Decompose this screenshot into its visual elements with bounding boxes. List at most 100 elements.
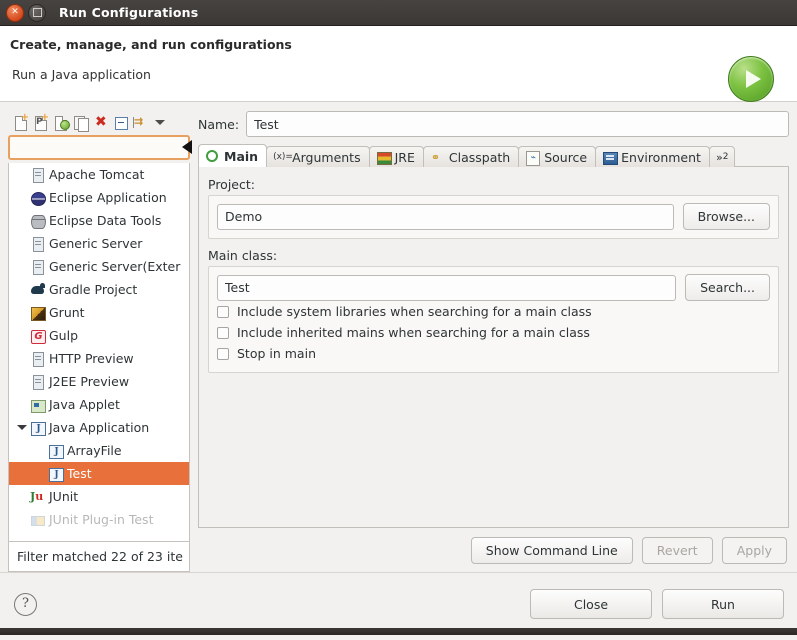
checkbox-include-inherited-mains[interactable]: Include inherited mains when searching f… xyxy=(217,322,770,343)
main-class-group: Search... Include system libraries when … xyxy=(208,266,779,373)
project-input[interactable] xyxy=(217,203,674,230)
desktop-strip xyxy=(0,628,797,635)
tab-jre[interactable]: JRE xyxy=(368,146,424,167)
project-row: Browse... xyxy=(217,203,770,230)
run-button[interactable]: Run xyxy=(662,589,784,619)
delete-x-icon[interactable]: ✖ xyxy=(92,114,110,131)
configurations-panel: + P + ✖ ⇉ Apache Tomcat Eclipse Applicat… xyxy=(8,110,192,572)
window-title: Run Configurations xyxy=(59,5,199,20)
header-title: Create, manage, and run configurations xyxy=(10,37,292,52)
collapse-all-icon[interactable] xyxy=(112,114,130,131)
tab-overflow-chevron: » xyxy=(715,150,723,164)
server-icon xyxy=(29,351,47,367)
checkbox-box[interactable] xyxy=(217,326,229,339)
filter-field-wrap xyxy=(8,135,192,160)
show-command-line-button[interactable]: Show Command Line xyxy=(470,536,633,564)
tree-item-label: Generic Server(Exter xyxy=(49,259,181,274)
tree-item-http-preview[interactable]: HTTP Preview xyxy=(9,347,189,370)
tree-item-label: Gradle Project xyxy=(49,282,138,297)
revert-button[interactable]: Revert xyxy=(641,536,713,564)
filter-input[interactable] xyxy=(8,135,190,160)
tree-item-label: Test xyxy=(67,466,92,481)
dialog-body: + P + ✖ ⇉ Apache Tomcat Eclipse Applicat… xyxy=(0,102,797,572)
dialog-header: Create, manage, and run configurations R… xyxy=(0,26,797,102)
tab-label: JRE xyxy=(394,149,415,165)
tab-label: Main xyxy=(224,148,259,164)
tab-overflow-count: 2 xyxy=(722,152,729,162)
checkbox-include-system-libraries[interactable]: Include system libraries when searching … xyxy=(217,301,770,322)
tab-main[interactable]: Main xyxy=(198,144,268,167)
maximize-icon[interactable] xyxy=(28,3,46,22)
server-icon xyxy=(29,259,47,275)
duplicate-icon[interactable] xyxy=(72,114,90,132)
tree-item-junit[interactable]: Ju JUnit xyxy=(9,485,189,508)
tab-label: Arguments xyxy=(292,149,361,165)
close-button[interactable]: Close xyxy=(530,589,652,619)
tree-item-j2ee-preview[interactable]: J2EE Preview xyxy=(9,370,189,393)
tab-overflow-button[interactable]: » 2 xyxy=(708,146,736,167)
tree-item-label: JUnit xyxy=(49,489,79,504)
search-button[interactable]: Search... xyxy=(685,274,770,301)
tree-item-generic-server-external[interactable]: Generic Server(Exter xyxy=(9,255,189,278)
source-tab-icon: ⌁ xyxy=(526,150,541,166)
tree-item-apache-tomcat[interactable]: Apache Tomcat xyxy=(9,163,189,186)
configurations-tree[interactable]: Apache Tomcat Eclipse Application Eclips… xyxy=(8,163,190,542)
tree-item-test[interactable]: J Test xyxy=(9,462,189,485)
junit-icon: Ju xyxy=(30,489,44,503)
main-class-row: Search... xyxy=(217,274,770,301)
tree-item-gradle-project[interactable]: Gradle Project xyxy=(9,278,189,301)
close-icon[interactable]: ✕ xyxy=(6,3,24,22)
expand-twisty-icon[interactable] xyxy=(17,425,27,430)
apply-button[interactable]: Apply xyxy=(721,536,787,564)
tree-item-eclipse-application[interactable]: Eclipse Application xyxy=(9,186,189,209)
java-icon: J xyxy=(47,443,65,459)
tree-item-java-application[interactable]: J Java Application xyxy=(9,416,189,439)
tree-item-eclipse-data-tools[interactable]: Eclipse Data Tools xyxy=(9,209,189,232)
filter-status-label: Filter matched 22 of 23 ite xyxy=(8,542,190,572)
browse-button[interactable]: Browse... xyxy=(682,203,770,230)
tab-label: Environment xyxy=(621,149,701,165)
tab-source[interactable]: ⌁ Source xyxy=(518,146,597,167)
tab-label: Classpath xyxy=(448,149,511,165)
main-class-input[interactable] xyxy=(217,274,677,301)
tree-item-label: JUnit Plug-in Test xyxy=(49,512,154,527)
tree-item-arrayfile[interactable]: J ArrayFile xyxy=(9,439,189,462)
eclipse-icon xyxy=(29,190,47,206)
tree-item-generic-server[interactable]: Generic Server xyxy=(9,232,189,255)
tab-classpath[interactable]: ⚭ Classpath xyxy=(422,146,520,167)
tab-arguments[interactable]: (x)= Arguments xyxy=(266,146,370,167)
main-class-section: Main class: Search... Include system lib… xyxy=(208,248,779,373)
tree-item-junit-plugin-test[interactable]: JUnit Plug-in Test xyxy=(9,508,189,531)
tree-item-gulp[interactable]: G Gulp xyxy=(9,324,189,347)
filter-pointer-icon xyxy=(182,140,192,154)
tab-environment[interactable]: Environment xyxy=(595,146,710,167)
main-class-legend: Main class: xyxy=(208,248,278,263)
tree-item-label: J2EE Preview xyxy=(49,374,130,389)
name-input[interactable] xyxy=(246,111,789,137)
checkbox-box[interactable] xyxy=(217,347,229,360)
help-icon[interactable]: ? xyxy=(14,592,37,616)
tree-item-label: Eclipse Data Tools xyxy=(49,213,162,228)
main-tab-icon xyxy=(206,149,220,163)
title-bar: ✕ Run Configurations xyxy=(0,0,797,26)
server-icon xyxy=(29,167,47,183)
export-icon[interactable] xyxy=(52,114,70,131)
tree-item-grunt[interactable]: Grunt xyxy=(9,301,189,324)
project-legend: Project: xyxy=(208,177,255,192)
tab-label: Source xyxy=(544,149,588,165)
checkbox-label: Include system libraries when searching … xyxy=(237,304,592,319)
tree-item-java-applet[interactable]: Java Applet xyxy=(9,393,189,416)
project-group: Browse... xyxy=(208,195,779,239)
checkbox-box[interactable] xyxy=(217,305,229,318)
new-prototype-icon[interactable]: P + xyxy=(32,113,50,131)
junit-plugin-icon xyxy=(29,512,47,528)
chevron-down-icon[interactable] xyxy=(155,120,165,125)
tree-item-label: HTTP Preview xyxy=(49,351,134,366)
filter-arrows-icon[interactable]: ⇉ xyxy=(132,114,150,131)
new-document-icon[interactable]: + xyxy=(12,113,30,131)
checkbox-stop-in-main[interactable]: Stop in main xyxy=(217,343,770,364)
name-label: Name: xyxy=(198,116,240,132)
configuration-tabs: Main (x)= Arguments JRE ⚭ Classpath ⌁ So… xyxy=(198,144,789,167)
java-icon: J xyxy=(47,466,65,482)
name-row: Name: xyxy=(198,110,789,138)
